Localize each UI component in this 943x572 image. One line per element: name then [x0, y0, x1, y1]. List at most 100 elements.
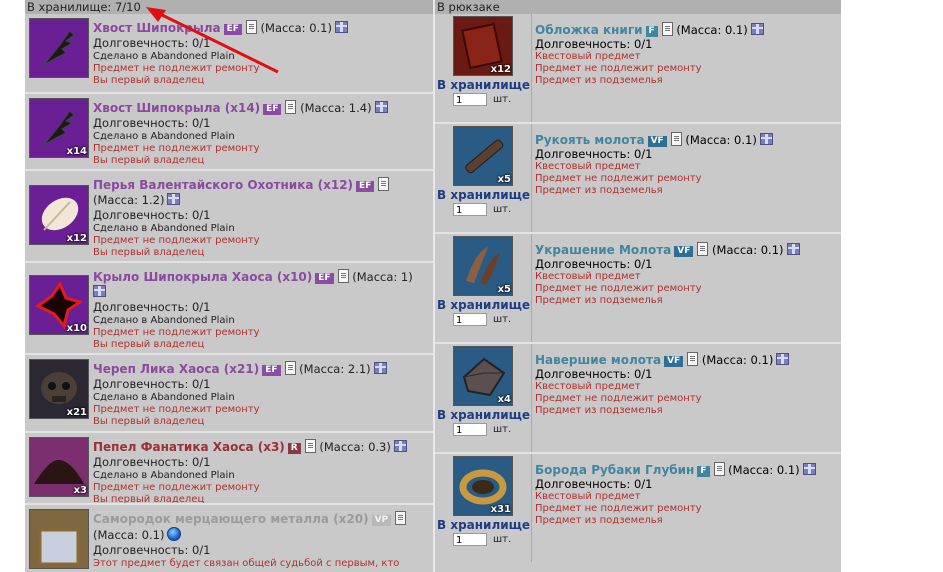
quantity-input[interactable]: 1 — [453, 313, 487, 326]
item-repair: Предмет не подлежит ремонту — [535, 393, 702, 404]
document-icon[interactable] — [670, 132, 682, 146]
document-icon[interactable] — [395, 511, 407, 525]
item-durability: Долговечность: 0/1 — [535, 257, 653, 271]
item-name[interactable]: Пепел Фанатика Хаоса (x3) — [93, 440, 285, 454]
item-name[interactable]: Рукоять молота — [535, 133, 645, 147]
item-icon[interactable]: x10 — [29, 275, 89, 335]
item-mass: (Масса: 0.1) — [260, 21, 332, 35]
item-qty: x5 — [497, 284, 511, 295]
store-button[interactable]: В хранилище — [437, 188, 530, 202]
quantity-input[interactable]: 1 — [453, 203, 487, 216]
document-icon[interactable] — [661, 22, 673, 36]
item-name[interactable]: Перья Валентайского Охотника (x12) — [93, 178, 353, 192]
grade-badge: EF — [356, 181, 375, 192]
item-name[interactable]: Украшение Молота — [535, 243, 671, 257]
quantity-input[interactable]: 1 — [453, 93, 487, 106]
document-icon[interactable] — [337, 269, 349, 283]
item-icon[interactable]: x5 — [453, 236, 513, 296]
item-icon[interactable]: x4 — [453, 346, 513, 406]
storage-header: В хранилище: 7/10 — [25, 0, 433, 14]
quantity-input[interactable]: 1 — [453, 533, 487, 546]
backpack-item-row[interactable]: x5 В хранилище 1 шт. Украшение Молота VF … — [435, 234, 841, 344]
item-repair: Предмет не подлежит ремонту — [93, 235, 260, 246]
item-name[interactable]: Обложка книги — [535, 23, 643, 37]
store-button[interactable]: В хранилище — [437, 518, 530, 532]
item-owner: Вы первый владелец — [93, 339, 205, 350]
item-qty: x4 — [497, 394, 511, 405]
storage-item-row[interactable]: x10 Крыло Шипокрыла Хаоса (x10) EF (Масса… — [25, 263, 433, 355]
item-icon[interactable]: x31 — [453, 456, 513, 516]
gift-icon[interactable] — [373, 362, 387, 374]
item-name[interactable]: Навершие молота — [535, 353, 661, 367]
document-icon[interactable] — [713, 462, 725, 476]
store-button[interactable]: В хранилище — [437, 298, 530, 312]
item-durability: Долговечность: 0/1 — [535, 367, 653, 381]
storage-item-row[interactable]: x12 Перья Валентайского Охотника (x12) EF… — [25, 171, 433, 263]
backpack-item-row[interactable]: x4 В хранилище 1 шт. Навершие молота VF (… — [435, 344, 841, 454]
item-name[interactable]: Самородок мерцающего металла (x20) — [93, 512, 369, 526]
gift-icon[interactable] — [750, 23, 764, 35]
gift-icon[interactable] — [93, 285, 106, 297]
backpack-column: В рюкзаке x12 В хранилище 1 шт. Обложка … — [435, 0, 841, 572]
item-icon[interactable]: x5 — [453, 126, 513, 186]
unit-label: шт. — [493, 94, 512, 105]
gift-icon[interactable] — [374, 101, 388, 113]
item-origin: Предмет из подземелья — [535, 295, 663, 306]
store-button[interactable]: В хранилище — [437, 408, 530, 422]
document-icon[interactable] — [284, 361, 296, 375]
document-icon[interactable] — [697, 242, 709, 256]
gift-icon[interactable] — [759, 133, 773, 145]
gift-icon[interactable] — [786, 243, 800, 255]
item-owner: Вы первый владелец — [93, 155, 205, 166]
item-mass: (Масса: 2.1) — [299, 362, 371, 376]
item-name[interactable]: Борода Рубаки Глубин — [535, 463, 694, 477]
item-repair: Предмет не подлежит ремонту — [93, 143, 260, 154]
item-qty: x10 — [66, 323, 87, 334]
document-icon[interactable] — [245, 20, 257, 34]
item-name[interactable]: Череп Лика Хаоса (x21) — [93, 362, 259, 376]
storage-item-row[interactable]: x14 Хвост Шипокрыла (x14) EF (Масса: 1.4)… — [25, 94, 433, 171]
unit-label: шт. — [493, 314, 512, 325]
gift-icon[interactable] — [167, 193, 181, 205]
item-icon[interactable]: x12 — [29, 185, 89, 245]
gift-icon[interactable] — [802, 463, 816, 475]
item-qty: x12 — [66, 233, 87, 244]
storage-item-row[interactable]: Самородок мерцающего металла (x20) VP (Ма… — [25, 505, 433, 572]
item-icon[interactable] — [29, 509, 89, 569]
gift-icon[interactable] — [776, 353, 790, 365]
item-made: Сделано в Abandoned Plain — [93, 470, 235, 481]
item-quest: Квестовый предмет — [535, 161, 641, 172]
item-repair: Предмет не подлежит ремонту — [93, 404, 260, 415]
item-icon[interactable]: x3 — [29, 437, 89, 497]
storage-item-row[interactable]: Хвост Шипокрыла EF (Масса: 0.1) Долговечн… — [25, 14, 433, 94]
row-divider — [531, 14, 532, 122]
item-name[interactable]: Крыло Шипокрыла Хаоса (x10) — [93, 270, 312, 284]
gift-icon[interactable] — [335, 21, 348, 33]
globe-icon[interactable] — [167, 527, 182, 541]
unit-label: шт. — [493, 204, 512, 215]
document-icon[interactable] — [304, 439, 316, 453]
item-icon[interactable] — [29, 18, 89, 78]
item-mass: (Масса: 1) — [352, 270, 413, 284]
item-name[interactable]: Хвост Шипокрыла — [93, 21, 221, 35]
item-mass: (Масса: 0.1) — [701, 353, 774, 367]
item-icon[interactable]: x21 — [29, 359, 89, 419]
document-icon[interactable] — [378, 177, 390, 191]
gift-icon[interactable] — [393, 440, 407, 452]
item-icon[interactable]: x12 — [453, 16, 513, 76]
item-name[interactable]: Хвост Шипокрыла (x14) — [93, 101, 260, 115]
backpack-item-row[interactable]: x12 В хранилище 1 шт. Обложка книги F (Ма… — [435, 14, 841, 124]
storage-column: В хранилище: 7/10 Хвост Шипокрыла EF (Мас… — [25, 0, 433, 572]
document-icon[interactable] — [285, 100, 297, 114]
storage-item-row[interactable]: x21 Череп Лика Хаоса (x21) EF (Масса: 2.1… — [25, 355, 433, 433]
backpack-item-row[interactable]: x5 В хранилище 1 шт. Рукоять молота VF (М… — [435, 124, 841, 234]
document-icon[interactable] — [687, 352, 699, 366]
storage-item-row[interactable]: x3 Пепел Фанатика Хаоса (x3) R (Масса: 0.… — [25, 433, 433, 505]
quantity-input[interactable]: 1 — [453, 423, 487, 436]
unit-label: шт. — [493, 534, 512, 545]
store-button[interactable]: В хранилище — [437, 78, 530, 92]
grade-badge: EF — [262, 365, 281, 376]
item-icon[interactable]: x14 — [29, 98, 89, 158]
backpack-item-row[interactable]: x31 В хранилище 1 шт. Борода Рубаки Глуб… — [435, 454, 841, 562]
item-made: Сделано в Abandoned Plain — [93, 131, 235, 142]
